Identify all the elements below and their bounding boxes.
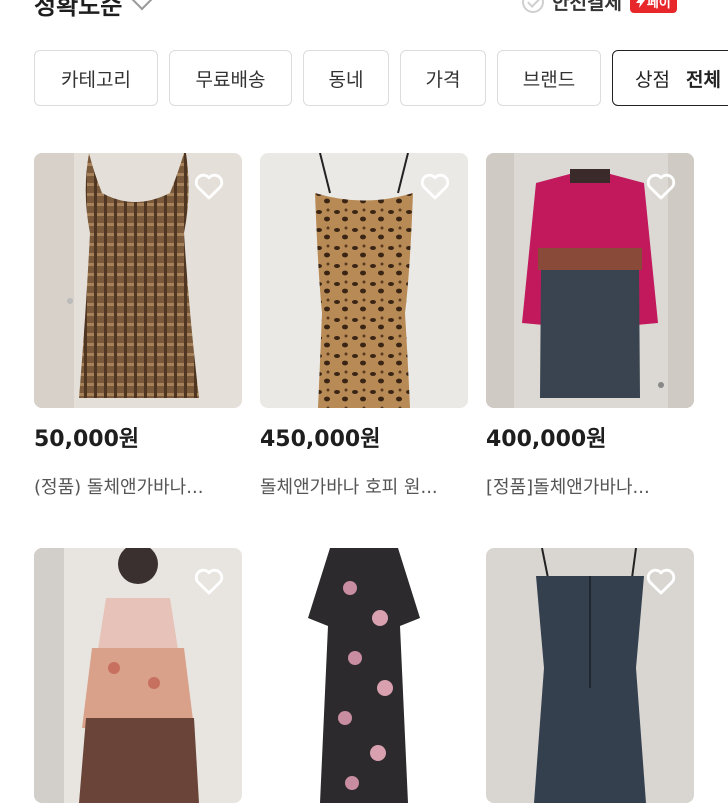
heart-outline-icon[interactable] <box>192 564 226 598</box>
sort-label: 정확도순 <box>34 0 123 20</box>
filter-store[interactable]: 상점 전체 <box>612 50 728 106</box>
pay-badge: 페이 <box>629 0 677 13</box>
filter-free-shipping-label: 무료배송 <box>195 68 266 91</box>
product-title[interactable]: 돌체앤가바나 호피 원... <box>260 473 468 499</box>
chevron-down-icon <box>131 0 154 10</box>
filter-free-shipping[interactable]: 무료배송 <box>169 50 292 106</box>
filter-price-label: 가격 <box>425 68 461 91</box>
heart-outline-icon[interactable] <box>644 169 678 203</box>
product-price: 400,000원 <box>486 427 607 452</box>
filter-bar: 카테고리 무료배송 동네 가격 브랜드 상점 전체 <box>34 50 728 108</box>
filter-category[interactable]: 카테고리 <box>34 50 158 106</box>
filter-price[interactable]: 가격 <box>400 50 486 106</box>
filter-neighborhood[interactable]: 동네 <box>303 50 389 106</box>
filter-neighborhood-label: 동네 <box>328 68 364 91</box>
safe-pay-label: 안전결제 <box>552 0 622 14</box>
product-image[interactable] <box>486 548 694 803</box>
product-image[interactable] <box>34 548 242 803</box>
product-photo <box>260 548 468 803</box>
filter-category-label: 카테고리 <box>61 68 131 91</box>
lightning-icon <box>635 0 645 8</box>
product-title[interactable]: (정품) 돌체앤가바나... <box>34 473 242 499</box>
product-title[interactable]: [정품]돌체앤가바나... <box>486 473 694 499</box>
product-image[interactable] <box>260 548 468 803</box>
sort-dropdown[interactable]: 정확도순 <box>34 0 154 21</box>
product-image[interactable] <box>34 153 242 408</box>
product-price: 50,000원 <box>34 427 140 452</box>
heart-outline-icon[interactable] <box>418 169 452 203</box>
product-price: 450,000원 <box>260 427 381 452</box>
heart-outline-icon[interactable] <box>644 564 678 598</box>
filter-store-value: 전체 <box>685 68 721 91</box>
product-image[interactable] <box>486 153 694 408</box>
filter-brand-label: 브랜드 <box>522 68 576 91</box>
safe-pay-toggle[interactable]: 안전결제 페이 <box>522 0 677 15</box>
product-image[interactable] <box>260 153 468 408</box>
filter-store-label: 상점 <box>635 68 670 91</box>
check-circle-icon <box>522 0 544 13</box>
heart-outline-icon[interactable] <box>192 169 226 203</box>
top-bar: 정확도순 안전결제 페이 <box>0 0 728 40</box>
filter-brand[interactable]: 브랜드 <box>497 50 601 106</box>
pay-badge-label: 페이 <box>646 0 671 11</box>
